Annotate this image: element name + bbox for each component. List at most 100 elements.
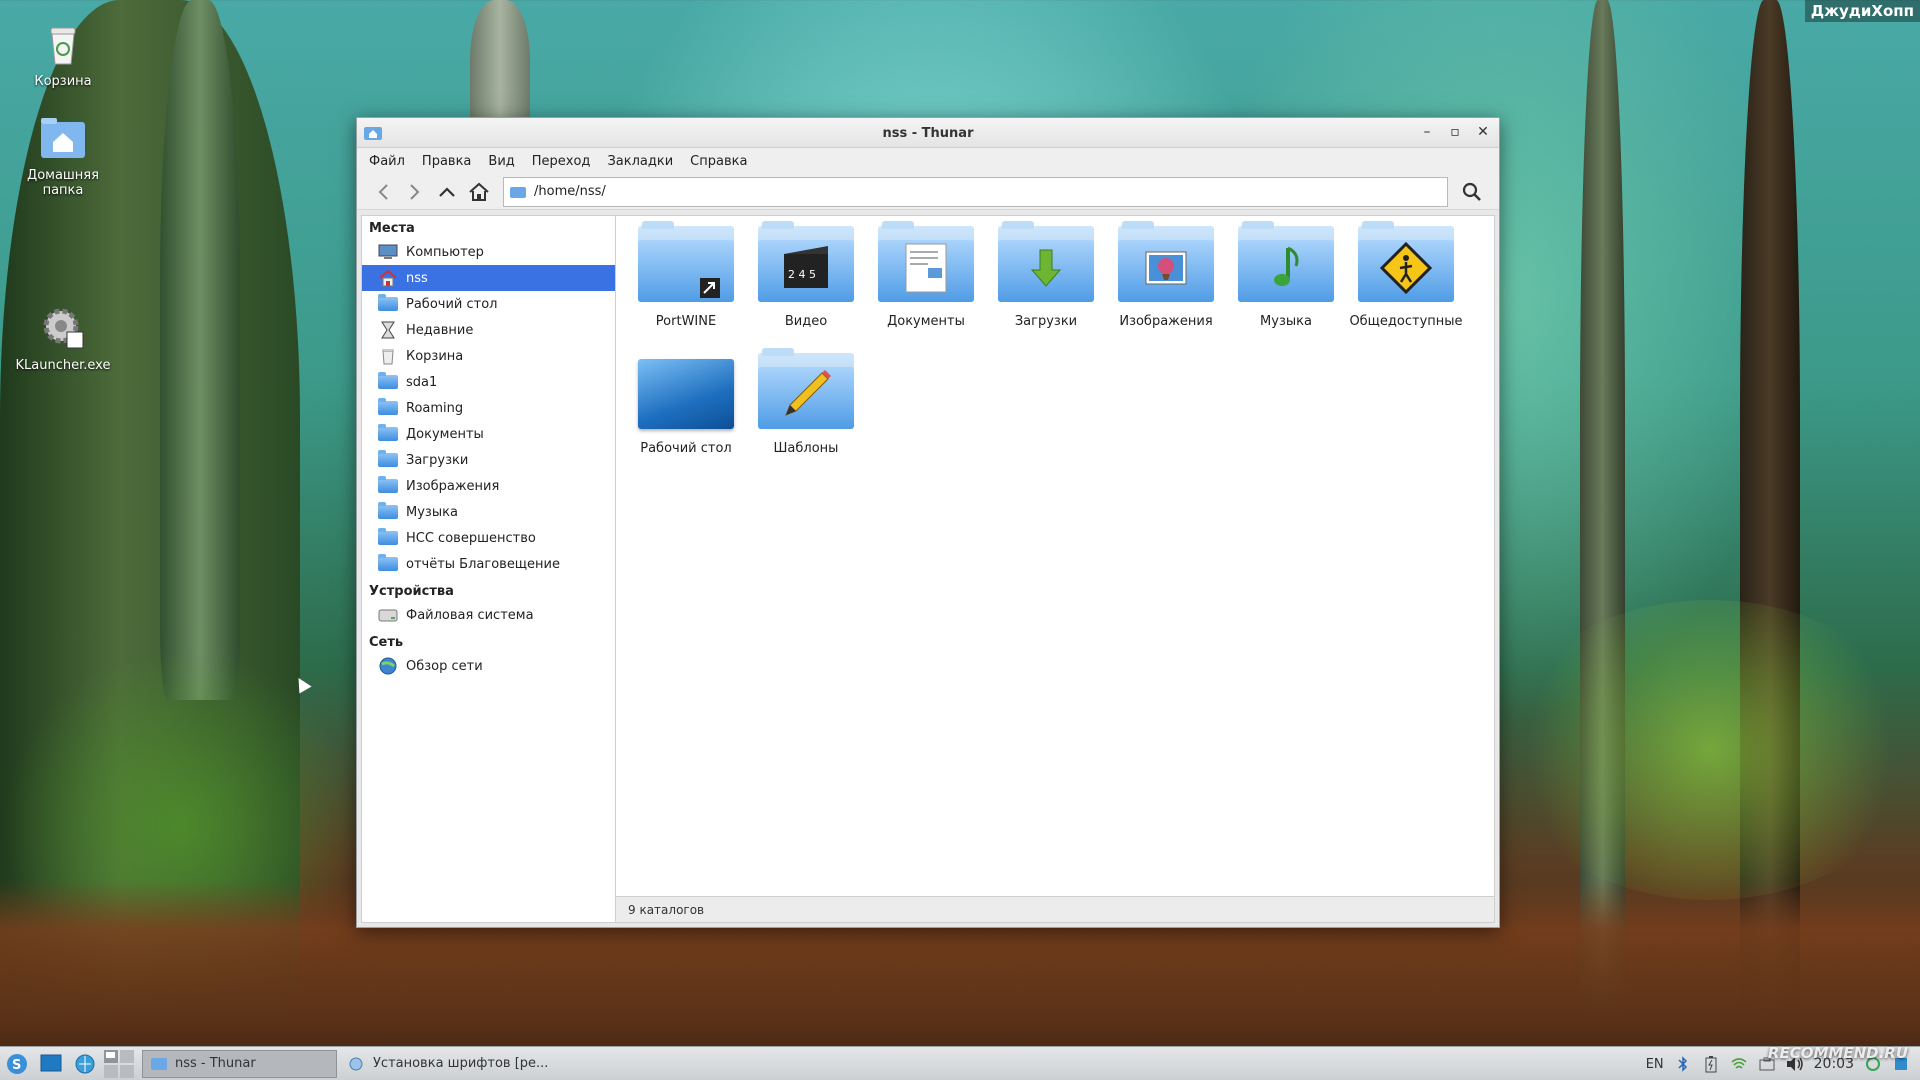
sidebar-item[interactable]: Загрузки	[362, 447, 615, 473]
folder-icon	[510, 186, 526, 198]
folder-icon	[378, 372, 398, 391]
music-folder-icon	[1238, 221, 1334, 306]
back-button[interactable]	[367, 177, 399, 207]
foliage-right	[1500, 600, 1920, 900]
sidebar-item[interactable]: Компьютер	[362, 239, 615, 265]
file-item[interactable]: Изображения	[1106, 221, 1226, 353]
network-heading: Сеть	[369, 635, 404, 650]
task-thunar[interactable]: nss - Thunar	[142, 1049, 337, 1078]
menu-edit[interactable]: Правка	[422, 154, 471, 169]
menu-help[interactable]: Справка	[690, 154, 747, 169]
file-item-label: Шаблоны	[773, 441, 839, 456]
file-item[interactable]: Шаблоны	[746, 348, 866, 480]
home-button[interactable]	[463, 177, 495, 207]
window-titlebar[interactable]: nss - Thunar – ▫ ✕	[357, 118, 1499, 148]
search-icon	[1462, 182, 1481, 201]
file-item-label: Документы	[887, 314, 965, 329]
sidebar-item-label: nss	[406, 270, 428, 286]
start-menu-button[interactable]: S	[0, 1047, 34, 1080]
sidebar-item-label: Изображения	[406, 478, 500, 494]
browser-launcher[interactable]	[68, 1047, 102, 1080]
trash-icon	[37, 18, 89, 70]
downloads-folder-icon	[378, 450, 398, 469]
arrow-left-icon	[378, 183, 388, 200]
file-item[interactable]: PortWINE	[626, 221, 746, 353]
menu-bookmarks[interactable]: Закладки	[607, 154, 673, 169]
task-label: Установка шрифтов [ре...	[373, 1056, 549, 1071]
sidebar-item[interactable]: Рабочий стол	[362, 291, 615, 317]
symlink-folder-icon	[638, 221, 734, 306]
desktop-icon-label: KLauncher.exe	[15, 358, 111, 373]
toolbar: /home/nss/	[357, 174, 1499, 210]
workspace-switcher[interactable]	[102, 1047, 136, 1080]
bluetooth-icon[interactable]	[1674, 1055, 1692, 1073]
folder-icon	[378, 528, 398, 547]
downloads-folder-icon	[998, 221, 1094, 306]
network-icon	[378, 657, 398, 675]
sidebar-item[interactable]: НСС совершенство	[362, 525, 615, 551]
battery-icon[interactable]	[1702, 1055, 1720, 1073]
menu-view[interactable]: Вид	[488, 154, 514, 169]
gear-icon	[37, 302, 89, 354]
desktop-icon-home[interactable]: Домашняя папка	[8, 112, 118, 198]
sidebar: Места Компьютер nss Рабочий стол Недавние Ко…	[361, 215, 616, 923]
sidebar-item-label: Рабочий стол	[406, 296, 498, 312]
workspaces-icon	[104, 1049, 134, 1078]
sidebar-item[interactable]: отчёты Благовещение	[362, 551, 615, 577]
sidebar-item-label: Roaming	[406, 400, 464, 416]
sidebar-item[interactable]: Документы	[362, 421, 615, 447]
desktop-icon-trash[interactable]: Корзина	[8, 18, 118, 89]
corner-username: ДжудиХопп	[1804, 0, 1920, 22]
search-button[interactable]	[1454, 177, 1490, 207]
drive-icon	[378, 607, 398, 624]
file-grid: PortWINE 2 4 5 Видео Документы Загрузки Изобр…	[626, 221, 1526, 480]
sidebar-item-label: Корзина	[406, 348, 464, 364]
sidebar-item[interactable]: Корзина	[362, 343, 615, 369]
sidebar-item[interactable]: Музыка	[362, 499, 615, 525]
desktop-icon-label: Корзина	[34, 74, 92, 89]
file-manager-window[interactable]: nss - Thunar – ▫ ✕ Файл Правка Вид Перех…	[356, 117, 1500, 928]
file-item[interactable]: Музыка	[1226, 221, 1346, 353]
file-view[interactable]: PortWINE 2 4 5 Видео Документы Загрузки Изобр…	[616, 215, 1495, 923]
sidebar-item[interactable]: Файловая система	[362, 602, 615, 628]
file-item-label: Изображения	[1119, 314, 1213, 329]
start-icon: S	[7, 1053, 27, 1074]
file-item[interactable]: 2 4 5 Видео	[746, 221, 866, 353]
show-desktop-button[interactable]	[34, 1047, 68, 1080]
location-bar[interactable]: /home/nss/	[503, 176, 1448, 207]
sidebar-item[interactable]: nss	[362, 265, 615, 291]
file-item[interactable]: Загрузки	[986, 221, 1106, 353]
file-item[interactable]: Общедоступные	[1346, 221, 1466, 353]
pictures-folder-icon	[1118, 221, 1214, 306]
wifi-icon[interactable]	[1730, 1055, 1748, 1073]
file-item-label: Общедоступные	[1349, 314, 1463, 329]
file-item[interactable]: Документы	[866, 221, 986, 353]
folder-icon	[378, 398, 398, 417]
home-icon	[469, 182, 489, 201]
sidebar-item-label: Музыка	[406, 504, 458, 520]
status-text: 9 каталогов	[628, 903, 705, 917]
taskbar: S nss - Thunar Установка шрифтов [ре... …	[0, 1046, 1920, 1080]
task-font-install[interactable]: Установка шрифтов [ре...	[341, 1050, 556, 1078]
sidebar-item[interactable]: Изображения	[362, 473, 615, 499]
sidebar-item[interactable]: Недавние	[362, 317, 615, 343]
sidebar-item-label: Документы	[406, 426, 484, 442]
arrow-right-icon	[410, 183, 420, 200]
keyboard-layout[interactable]: EN	[1646, 1057, 1664, 1072]
forward-button[interactable]	[399, 177, 431, 207]
sidebar-item[interactable]: Обзор сети	[362, 653, 615, 679]
computer-icon	[378, 244, 398, 261]
menu-go[interactable]: Переход	[532, 154, 591, 169]
maximize-button[interactable]: ▫	[1445, 122, 1465, 142]
sidebar-item[interactable]: Roaming	[362, 395, 615, 421]
parent-folder-button[interactable]	[431, 177, 463, 207]
close-button[interactable]: ✕	[1473, 122, 1493, 142]
font-installer-icon	[349, 1057, 363, 1070]
minimize-button[interactable]: –	[1417, 122, 1437, 142]
sidebar-item-label: Загрузки	[406, 452, 469, 468]
menu-file[interactable]: Файл	[369, 154, 405, 169]
file-item[interactable]: Рабочий стол	[626, 353, 746, 480]
sidebar-item[interactable]: sda1	[362, 369, 615, 395]
file-item-label: Рабочий стол	[640, 441, 732, 456]
desktop-icon-klauncher[interactable]: KLauncher.exe	[8, 302, 118, 373]
